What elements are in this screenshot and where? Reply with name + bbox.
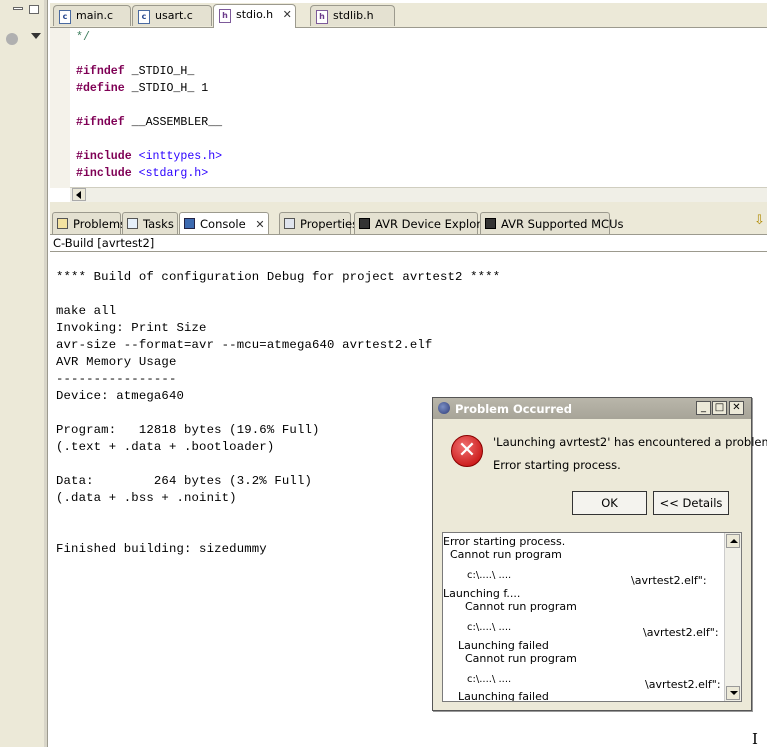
h-file-icon: h	[219, 9, 231, 23]
tab-label: stdlib.h	[333, 9, 374, 22]
code-line-1: */	[76, 31, 90, 44]
console-line: (.data + .bss + .noinit)	[56, 491, 237, 505]
tab-label: usart.c	[155, 9, 193, 22]
console-line: (.text + .data + .bootloader)	[56, 440, 275, 454]
eclipse-logo-icon	[438, 402, 450, 414]
tab-console[interactable]: Console ✕	[179, 212, 269, 234]
close-button[interactable]: ✕	[729, 401, 744, 415]
tab-avr-supported-mcus[interactable]: AVR Supported MCUs	[480, 212, 624, 234]
tab-usart-c[interactable]: c usart.c	[132, 5, 212, 26]
problem-dialog: Problem Occurred _ □ ✕ ✕ 'Launching avrt…	[432, 397, 767, 711]
dialog-title: Problem Occurred	[455, 402, 572, 416]
tab-label: stdio.h	[236, 8, 274, 21]
code-line-9: #include <stdarg.h>	[76, 167, 209, 180]
view-tab-bar: Problems Tasks Console ✕ Properties AVR …	[50, 210, 767, 235]
details-button[interactable]: << Details	[653, 491, 729, 515]
detail-line: \avrtest2.elf":	[631, 574, 707, 587]
arrow-down-icon[interactable]: ⇩	[754, 214, 765, 227]
problems-icon	[57, 218, 68, 229]
detail-line: Cannot run program	[465, 600, 577, 613]
text-cursor-icon: I	[752, 730, 758, 748]
maximize-button[interactable]: □	[712, 401, 727, 415]
tab-label: Tasks	[143, 217, 174, 231]
detail-line: Launching f....	[443, 587, 521, 600]
editor-tab-bar: c main.c c usart.c h stdio.h ✕ h stdlib.…	[50, 3, 767, 28]
properties-icon	[284, 218, 295, 229]
detail-line: \avrtest2.elf":	[645, 678, 721, 691]
tab-problems[interactable]: Problems	[52, 212, 126, 234]
console-line: Invoking: Print Size	[56, 321, 207, 335]
c-file-icon: c	[138, 10, 150, 24]
view-menu-chevron-down-icon[interactable]	[31, 33, 41, 39]
maximize-view-button[interactable]	[29, 5, 39, 14]
console-line: avr-size --format=avr --mcu=atmega640 av…	[56, 338, 433, 352]
left-panel	[0, 0, 48, 747]
arrow-down-icon	[730, 691, 738, 695]
dialog-title-bar[interactable]: Problem Occurred _ □ ✕	[433, 398, 751, 419]
editor-view-sash[interactable]	[50, 202, 767, 210]
code-line-4: #define _STDIO_H_ 1	[76, 82, 209, 95]
details-vertical-scrollbar[interactable]	[724, 533, 741, 701]
console-line: **** Build of configuration Debug for pr…	[56, 270, 501, 284]
scroll-up-button[interactable]	[726, 534, 740, 548]
detail-line: \avrtest2.elf":	[643, 626, 719, 639]
tab-avr-device-explorer[interactable]: AVR Device Explorer	[354, 212, 493, 234]
console-title: C-Build [avrtest2]	[53, 236, 155, 250]
console-line: Data: 264 bytes (3.2% Full)	[56, 474, 312, 488]
editor-gutter	[50, 28, 70, 188]
tab-label: Properties	[300, 217, 359, 231]
tab-main-c[interactable]: c main.c	[53, 5, 131, 26]
console-line: make all	[56, 304, 117, 318]
detail-line: c:\....\ ....	[467, 674, 512, 685]
left-sash[interactable]	[44, 0, 47, 747]
scroll-down-button[interactable]	[726, 686, 740, 700]
tab-label: AVR Supported MCUs	[501, 217, 624, 231]
tab-stdlib-h[interactable]: h stdlib.h	[310, 5, 395, 26]
detail-line: c:\....\ ....	[467, 570, 512, 581]
console-line: AVR Memory Usage	[56, 355, 177, 369]
code-line-3: #ifndef _STDIO_H_	[76, 65, 195, 78]
tab-stdio-h[interactable]: h stdio.h ✕	[213, 4, 296, 28]
h-file-icon: h	[316, 10, 328, 24]
console-line: Device: atmega640	[56, 389, 184, 403]
dialog-detail: Error starting process.	[493, 458, 621, 472]
close-icon[interactable]: ✕	[255, 218, 264, 231]
detail-line: Error starting process.	[443, 535, 566, 548]
details-list[interactable]: Error starting process. Cannot run progr…	[442, 532, 742, 702]
dialog-message: 'Launching avrtest2' has encountered a p…	[493, 435, 767, 449]
gear-icon[interactable]	[6, 33, 18, 45]
ok-button[interactable]: OK	[572, 491, 647, 515]
code-line-8: #include <inttypes.h>	[76, 150, 223, 163]
detail-line: Launching failed	[458, 639, 549, 652]
arrow-up-icon	[730, 539, 738, 543]
chip-icon	[485, 218, 496, 229]
console-icon	[184, 218, 195, 229]
detail-line: Launching failed	[458, 690, 549, 702]
tab-label: Console	[200, 217, 246, 231]
detail-line: Cannot run program	[450, 548, 562, 561]
detail-line: c:\....\ ....	[467, 622, 512, 633]
tab-label: AVR Device Explorer	[375, 217, 493, 231]
console-line: Program: 12818 bytes (19.6% Full)	[56, 423, 320, 437]
detail-line: Cannot run program	[465, 652, 577, 665]
tab-label: Problems	[73, 217, 127, 231]
chip-icon	[359, 218, 370, 229]
console-line: ----------------	[56, 372, 177, 386]
tasks-icon	[127, 218, 138, 229]
minimize-view-button[interactable]	[13, 7, 23, 10]
arrow-left-icon	[76, 191, 81, 199]
close-icon[interactable]: ✕	[283, 8, 292, 21]
c-file-icon: c	[59, 10, 71, 24]
error-icon: ✕	[451, 435, 483, 467]
tab-properties[interactable]: Properties	[279, 212, 358, 234]
scroll-left-button[interactable]	[72, 188, 86, 201]
editor-horizontal-scrollbar[interactable]	[70, 187, 767, 203]
code-line-6: #ifndef __ASSEMBLER__	[76, 116, 223, 129]
console-line: Finished building: sizedummy	[56, 542, 267, 556]
minimize-button[interactable]: _	[696, 401, 711, 415]
tab-tasks[interactable]: Tasks	[122, 212, 178, 234]
tab-label: main.c	[76, 9, 114, 22]
